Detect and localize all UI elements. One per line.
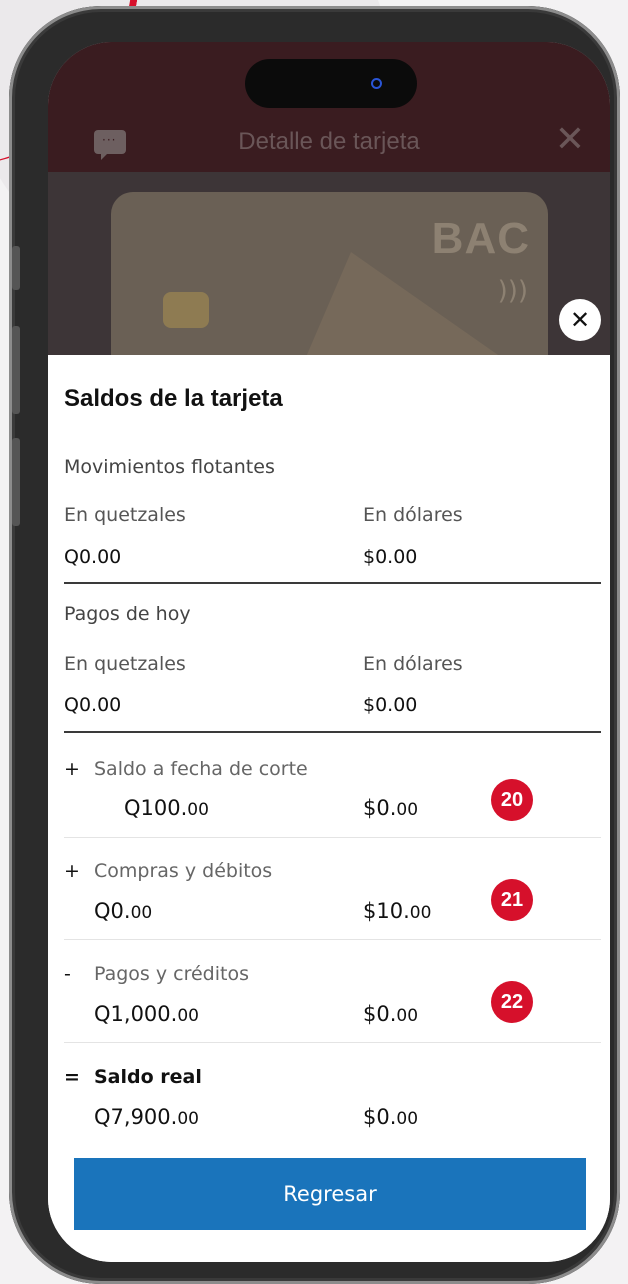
phone-side-button	[12, 438, 20, 526]
sheet-title: Saldos de la tarjeta	[64, 385, 283, 412]
callout-badge: 22	[491, 981, 533, 1023]
phone-side-button	[12, 246, 20, 290]
section-divider	[64, 582, 601, 584]
floating-dollars-value: $0.00	[363, 546, 418, 568]
camera-icon	[371, 78, 382, 89]
quetzales-column-label: En quetzales	[64, 504, 186, 526]
row-dollars-amount: $0.00	[363, 796, 419, 820]
balances-sheet: Saldos de la tarjeta Movimientos flotant…	[48, 355, 610, 1262]
row-dollars-amount: $10.00	[363, 899, 432, 923]
card-brand-logo: BAC	[431, 214, 530, 263]
floating-movements-label: Movimientos flotantes	[64, 456, 275, 478]
section-divider	[64, 731, 601, 733]
callout-badge: 21	[491, 879, 533, 921]
callout-badge: 20	[491, 779, 533, 821]
total-label: Saldo real	[94, 1066, 202, 1088]
close-sheet-button[interactable]: ✕	[559, 299, 601, 341]
payments-today-label: Pagos de hoy	[64, 603, 191, 625]
row-quetzales-amount: Q100.00	[124, 796, 209, 820]
dimmed-background: ··· Detalle de tarjeta ✕ BAC ))) ✕	[48, 42, 610, 392]
total-dollars-amount: $0.00	[363, 1105, 419, 1129]
row-divider	[64, 1042, 601, 1043]
row-divider	[64, 837, 601, 838]
dynamic-island	[245, 59, 417, 108]
contactless-icon: )))	[497, 276, 528, 306]
row-quetzales-amount: Q1,000.00	[94, 1002, 199, 1026]
total-quetzales-amount: Q7,900.00	[94, 1105, 199, 1129]
page-title: Detalle de tarjeta	[238, 128, 420, 155]
row-label: Compras y débitos	[94, 860, 273, 882]
row-operator: +	[64, 860, 80, 882]
dollars-column-label: En dólares	[363, 653, 463, 675]
back-button[interactable]: Regresar	[74, 1158, 586, 1230]
row-dollars-amount: $0.00	[363, 1002, 419, 1026]
row-label: Saldo a fecha de corte	[94, 758, 308, 780]
quetzales-column-label: En quetzales	[64, 653, 186, 675]
dollars-column-label: En dólares	[363, 504, 463, 526]
card-chip-icon	[163, 292, 209, 328]
phone-screen: ··· Detalle de tarjeta ✕ BAC ))) ✕ Saldo…	[48, 42, 610, 1262]
row-quetzales-amount: Q0.00	[94, 899, 153, 923]
total-operator: =	[64, 1066, 80, 1088]
floating-quetzales-value: Q0.00	[64, 546, 122, 568]
payments-quetzales-value: Q0.00	[64, 694, 122, 716]
phone-side-button	[12, 326, 20, 414]
row-divider	[64, 939, 601, 940]
row-label: Pagos y créditos	[94, 963, 249, 985]
payments-dollars-value: $0.00	[363, 694, 418, 716]
phone-frame: ··· Detalle de tarjeta ✕ BAC ))) ✕ Saldo…	[9, 6, 620, 1284]
row-operator: +	[64, 758, 80, 780]
row-operator: -	[64, 963, 71, 985]
close-icon[interactable]: ✕	[555, 122, 585, 158]
